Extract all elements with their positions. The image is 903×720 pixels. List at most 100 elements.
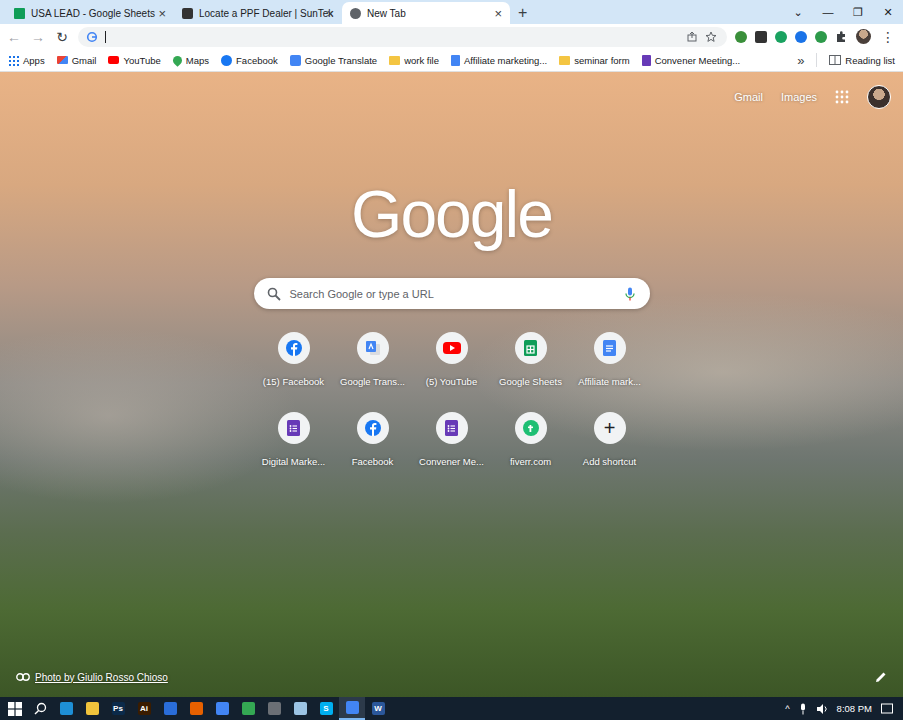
account-avatar-icon[interactable] bbox=[867, 85, 891, 109]
search-icon bbox=[267, 287, 281, 301]
address-bar[interactable] bbox=[78, 27, 727, 47]
window-controls: ⌄—❐✕ bbox=[783, 0, 903, 24]
window-control-button[interactable]: ✕ bbox=[873, 6, 903, 19]
search-box[interactable]: Search Google or type a URL bbox=[254, 278, 650, 309]
taskbar-app[interactable] bbox=[235, 697, 261, 720]
close-tab-button[interactable]: × bbox=[494, 7, 502, 20]
taskbar-app[interactable] bbox=[183, 697, 209, 720]
bookmark-item[interactable]: Google Translate bbox=[290, 55, 377, 66]
taskbar-app[interactable] bbox=[209, 697, 235, 720]
bookmark-label: Gmail bbox=[72, 55, 97, 66]
speaker-icon[interactable] bbox=[816, 703, 828, 715]
shortcut-label: Affiliate mark... bbox=[578, 376, 641, 387]
bookmark-label: seminar form bbox=[574, 55, 629, 66]
bookmark-item[interactable]: Maps bbox=[173, 55, 209, 66]
taskbar-app[interactable] bbox=[157, 697, 183, 720]
window-control-button[interactable]: — bbox=[813, 6, 843, 18]
shortcut-label: Digital Marke... bbox=[262, 456, 325, 467]
app-icon: W bbox=[372, 702, 385, 715]
bookmark-item[interactable]: Affiliate marketing... bbox=[451, 55, 547, 66]
forward-button[interactable]: → bbox=[30, 30, 46, 44]
photo-credit-link[interactable]: Photo by Giulio Rosso Chioso bbox=[16, 672, 168, 683]
microphone-tray-icon[interactable] bbox=[799, 703, 807, 715]
bookmark-label: work file bbox=[404, 55, 439, 66]
extension-icon[interactable] bbox=[775, 31, 787, 43]
shortcut-tile[interactable]: Google Trans... bbox=[333, 332, 412, 412]
share-icon[interactable] bbox=[686, 31, 698, 43]
taskbar-app[interactable] bbox=[79, 697, 105, 720]
shortcut-tile[interactable]: (15) Facebook bbox=[254, 332, 333, 412]
bookmark-item[interactable]: YouTube bbox=[108, 55, 160, 66]
window-control-button[interactable]: ❐ bbox=[843, 6, 873, 19]
back-button[interactable]: ← bbox=[6, 30, 22, 44]
menu-button[interactable]: ⋮ bbox=[879, 29, 897, 45]
taskbar-app[interactable] bbox=[339, 697, 365, 720]
close-tab-button[interactable]: × bbox=[158, 7, 166, 20]
shortcut-tile[interactable]: Digital Marke... bbox=[254, 412, 333, 492]
favicon-icon bbox=[350, 8, 361, 19]
taskbar-search-icon[interactable] bbox=[34, 702, 47, 715]
add-icon: + bbox=[604, 418, 616, 438]
bookmark-star-icon[interactable] bbox=[705, 31, 717, 43]
app-icon bbox=[164, 702, 177, 715]
shortcut-label: Add shortcut bbox=[583, 456, 636, 467]
bookmark-item[interactable]: work file bbox=[389, 55, 439, 66]
shortcut-label: (5) YouTube bbox=[426, 376, 477, 387]
bookmark-item[interactable]: Convener Meeting... bbox=[642, 55, 741, 66]
taskbar-app[interactable] bbox=[261, 697, 287, 720]
shortcut-tile[interactable]: Google Sheets bbox=[491, 332, 570, 412]
bookmark-item[interactable]: Facebook bbox=[221, 55, 278, 66]
notification-icon[interactable] bbox=[881, 703, 893, 715]
taskbar-app[interactable] bbox=[53, 697, 79, 720]
customize-pencil-icon[interactable] bbox=[875, 671, 887, 683]
tray-expand-button[interactable]: ^ bbox=[785, 703, 789, 714]
shortcut-icon-circle bbox=[357, 332, 389, 364]
microphone-icon[interactable] bbox=[624, 287, 636, 301]
shortcuts-grid: (15) FacebookGoogle Trans... (5) YouTube G… bbox=[254, 332, 649, 492]
browser-tab[interactable]: New Tab× bbox=[342, 2, 510, 24]
favicon-icon bbox=[14, 8, 25, 19]
extension-icon[interactable] bbox=[735, 31, 747, 43]
taskbar-app[interactable]: S bbox=[313, 697, 339, 720]
extension-icon[interactable] bbox=[815, 31, 827, 43]
new-tab-button[interactable]: + bbox=[518, 5, 527, 21]
bookmark-item[interactable]: Gmail bbox=[57, 55, 97, 66]
shortcut-tile[interactable]: + Add shortcut bbox=[570, 412, 649, 492]
ntp-footer: Photo by Giulio Rosso Chioso bbox=[0, 671, 903, 697]
shortcut-tile[interactable]: Convener Me... bbox=[412, 412, 491, 492]
ntp-header: Gmail Images bbox=[0, 72, 903, 109]
bookmark-item[interactable]: Apps bbox=[8, 55, 45, 66]
reload-button[interactable]: ↻ bbox=[54, 30, 70, 44]
browser-tab[interactable]: Locate a PPF Dealer | SunTek× bbox=[174, 2, 342, 24]
taskbar-app[interactable]: W bbox=[365, 697, 391, 720]
shortcut-label: fiverr.com bbox=[510, 456, 551, 467]
taskbar-app[interactable]: Ps bbox=[105, 697, 131, 720]
header-link[interactable]: Gmail bbox=[734, 91, 763, 103]
taskbar-app[interactable]: Ai bbox=[131, 697, 157, 720]
close-tab-button[interactable]: × bbox=[326, 7, 334, 20]
tab-strip: USA LEAD - Google Sheets×Locate a PPF De… bbox=[0, 0, 903, 24]
bookmarks-overflow-button[interactable]: » bbox=[797, 53, 804, 68]
windows-start-icon[interactable] bbox=[8, 702, 22, 716]
extension-icon[interactable] bbox=[795, 31, 807, 43]
bookmark-icon bbox=[389, 56, 400, 65]
bookmark-item[interactable]: seminar form bbox=[559, 55, 629, 66]
shortcut-tile[interactable]: Affiliate mark... bbox=[570, 332, 649, 412]
taskbar-app[interactable] bbox=[287, 697, 313, 720]
reading-list-button[interactable]: Reading list bbox=[829, 55, 895, 66]
extension-icon[interactable] bbox=[755, 31, 767, 43]
browser-tab[interactable]: USA LEAD - Google Sheets× bbox=[6, 2, 174, 24]
bookmark-icon bbox=[171, 54, 184, 67]
window-control-button[interactable]: ⌄ bbox=[783, 6, 813, 19]
google-translate-icon bbox=[365, 340, 381, 356]
shortcut-tile[interactable]: fiverr.com bbox=[491, 412, 570, 492]
profile-avatar-icon[interactable] bbox=[856, 29, 871, 44]
shortcut-tile[interactable]: (5) YouTube bbox=[412, 332, 491, 412]
header-link[interactable]: Images bbox=[781, 91, 817, 103]
app-icon bbox=[60, 702, 73, 715]
google-apps-icon[interactable] bbox=[835, 90, 849, 104]
puzzle-icon[interactable] bbox=[835, 30, 848, 43]
clock[interactable]: 8:08 PM bbox=[837, 703, 872, 714]
google-icon bbox=[86, 31, 98, 43]
shortcut-tile[interactable]: Facebook bbox=[333, 412, 412, 492]
